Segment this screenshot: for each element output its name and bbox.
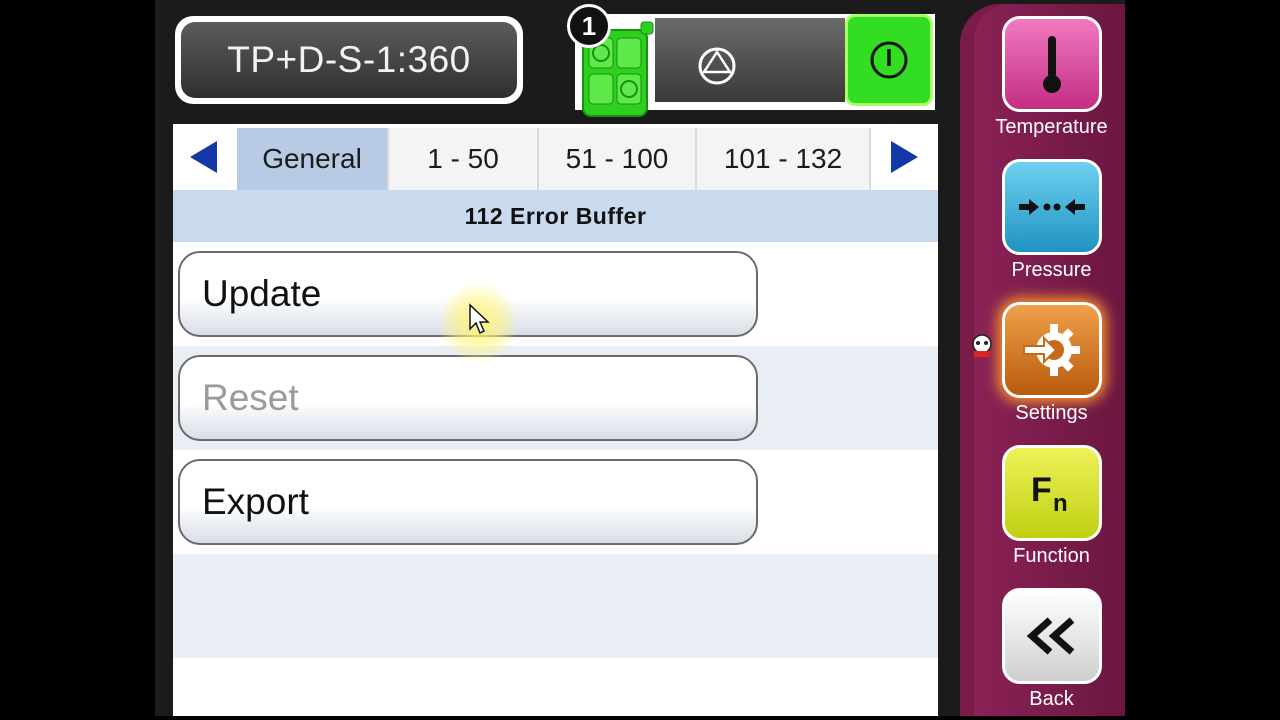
error-buffer-panel: 112 Error Buffer Update Reset Export — [173, 190, 938, 716]
device-name-label: TP+D-S-1:360 — [181, 22, 517, 98]
unit-status-panel: 1 — [567, 4, 935, 117]
standby-ring-icon — [698, 47, 736, 85]
nav-item-settings[interactable]: Settings — [974, 302, 1125, 425]
pressure-button[interactable] — [1001, 159, 1102, 255]
controller-screen: TP+D-S-1:360 1 General 1 - 50 51 - 100 1… — [155, 0, 1125, 716]
button-row: Export — [173, 450, 938, 554]
button-row: Update — [173, 242, 938, 346]
arrow-left-icon — [190, 141, 217, 173]
nav-item-function[interactable]: F n Function — [974, 445, 1125, 568]
pressure-arrows-icon — [1018, 199, 1085, 215]
side-navigation-panel: Temperature Pressure Settings F n Functi… — [974, 4, 1125, 716]
nav-item-temperature[interactable]: Temperature — [974, 16, 1125, 139]
export-button[interactable]: Export — [178, 459, 758, 545]
mascot-icon — [972, 334, 992, 357]
nav-item-pressure[interactable]: Pressure — [974, 159, 1125, 282]
tab-bar: General 1 - 50 51 - 100 101 - 132 — [173, 124, 938, 190]
power-button[interactable] — [845, 14, 933, 106]
tab-general[interactable]: General — [237, 128, 389, 190]
device-name-display: TP+D-S-1:360 — [175, 16, 523, 104]
back-button[interactable] — [1001, 588, 1102, 684]
double-chevron-left-icon — [1026, 617, 1074, 655]
reset-button[interactable]: Reset — [178, 355, 758, 441]
temperature-button[interactable] — [1001, 16, 1102, 112]
status-bar — [655, 18, 845, 102]
tab-1-50[interactable]: 1 - 50 — [389, 128, 539, 190]
arrow-right-icon — [891, 141, 918, 173]
side-navigation: Temperature Pressure Settings F n Functi… — [960, 4, 1125, 716]
nav-label-settings: Settings — [1015, 402, 1088, 424]
nav-label-function: Function — [1013, 545, 1090, 567]
button-row: Reset — [173, 346, 938, 450]
tab-scroll-right-button[interactable] — [873, 124, 935, 190]
nav-label-pressure: Pressure — [1011, 259, 1092, 281]
nav-item-back[interactable]: Back — [974, 588, 1125, 711]
tab-101-132[interactable]: 101 - 132 — [697, 128, 871, 190]
svg-text:n: n — [1053, 490, 1068, 517]
fn-icon: F n — [1031, 471, 1068, 517]
empty-row — [173, 554, 938, 658]
power-icon — [870, 41, 908, 79]
nav-label-temperature: Temperature — [995, 116, 1108, 138]
tab-scroll-left-button[interactable] — [173, 124, 235, 190]
mouse-pointer-icon — [469, 303, 490, 335]
settings-button[interactable] — [1001, 302, 1102, 398]
unit-number-badge: 1 — [567, 4, 611, 48]
svg-text:F: F — [1031, 471, 1052, 509]
gear-arrow-icon — [1022, 324, 1080, 376]
function-button[interactable]: F n — [1001, 445, 1102, 541]
section-title: 112 Error Buffer — [173, 190, 938, 242]
nav-label-back: Back — [1029, 688, 1074, 710]
thermometer-icon — [1042, 36, 1061, 93]
tab-51-100[interactable]: 51 - 100 — [539, 128, 697, 190]
